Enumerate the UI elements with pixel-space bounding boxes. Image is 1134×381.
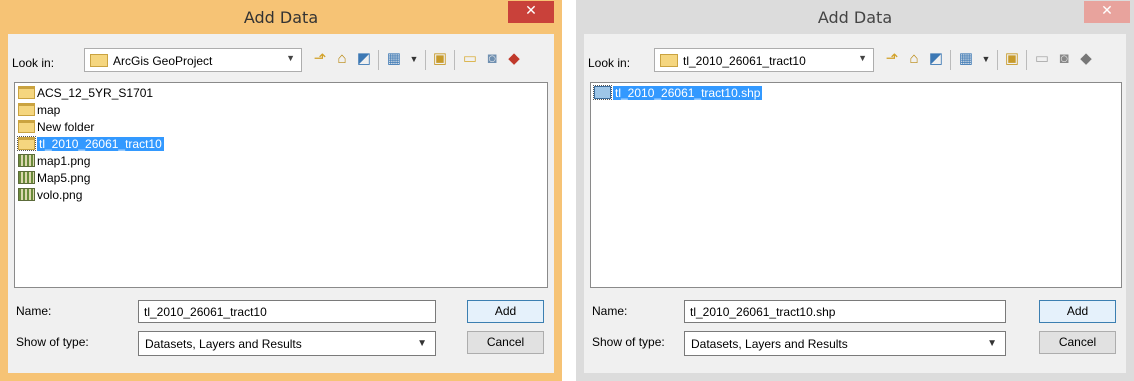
cancel-button[interactable]: Cancel — [1039, 331, 1116, 354]
home-icon[interactable]: ⌂ — [332, 48, 352, 70]
list-item[interactable]: map — [18, 102, 60, 119]
view-list-icon[interactable]: ▦ — [956, 48, 976, 70]
look-in-label: Look in: — [12, 56, 55, 70]
look-in-value: ArcGis GeoProject — [113, 54, 213, 68]
type-dropdown[interactable]: Datasets, Layers and Results ▼ — [138, 331, 436, 356]
toolbox-icon[interactable]: ◆ — [1076, 48, 1096, 70]
add-data-dialog-1: Add Data ✕ Look in: ArcGis GeoProject ▼ … — [0, 0, 562, 381]
list-item[interactable]: map1.png — [18, 153, 90, 170]
toolbox-icon[interactable]: ◆ — [504, 48, 524, 70]
close-button[interactable]: ✕ — [508, 1, 554, 23]
look-in-label: Look in: — [588, 56, 631, 70]
chevron-down-icon: ▼ — [987, 338, 997, 349]
list-item-selected[interactable]: tl_2010_26061_tract10.shp — [593, 85, 763, 102]
type-dropdown[interactable]: Datasets, Layers and Results ▼ — [684, 331, 1006, 356]
folder-icon — [18, 103, 35, 116]
folder-icon — [18, 120, 35, 133]
connect-folder-icon[interactable]: ◩ — [926, 48, 946, 70]
add-data-dialog-2: Add Data ✕ Look in: tl_2010_26061_tract1… — [576, 0, 1134, 381]
chevron-down-icon: ▼ — [417, 338, 427, 349]
view-menu-arrow-icon[interactable]: ▼ — [976, 48, 996, 70]
raster-icon — [18, 188, 35, 201]
type-label: Show of type: — [16, 335, 89, 349]
title-bar[interactable]: Add Data ✕ — [0, 0, 562, 34]
toolbar-separator — [950, 50, 951, 70]
name-label: Name: — [592, 304, 628, 318]
database-icon[interactable]: ◙ — [482, 48, 502, 70]
up-one-level-icon[interactable]: ⬏ — [882, 48, 902, 70]
title-bar[interactable]: Add Data ✕ — [576, 0, 1134, 34]
dialog-title: Add Data — [817, 8, 893, 27]
look-in-value: tl_2010_26061_tract10 — [683, 54, 806, 68]
name-input[interactable]: tl_2010_26061_tract10 — [138, 300, 436, 323]
folder-icon[interactable]: ▭ — [1032, 48, 1052, 70]
new-folder-icon[interactable]: ▣ — [1002, 48, 1022, 70]
list-item[interactable]: volo.png — [18, 187, 82, 204]
dialog-body: Look in: tl_2010_26061_tract10 ▼ ⬏ ⌂ ◩ ▦… — [584, 34, 1126, 373]
file-list[interactable]: ACS_12_5YR_S1701 map New folder tl_2010_… — [14, 82, 548, 288]
name-label: Name: — [16, 304, 52, 318]
name-input[interactable]: tl_2010_26061_tract10.shp — [684, 300, 1006, 323]
raster-icon — [18, 171, 35, 184]
toolbar-separator — [1026, 50, 1027, 70]
toolbar-separator — [378, 50, 379, 70]
list-item[interactable]: New folder — [18, 119, 94, 136]
list-item-selected[interactable]: tl_2010_26061_tract10 — [17, 136, 164, 153]
toolbar-separator — [425, 50, 426, 70]
dialog-title: Add Data — [243, 8, 319, 27]
folder-icon — [660, 54, 678, 67]
chevron-down-icon: ▼ — [286, 53, 295, 63]
view-menu-arrow-icon[interactable]: ▼ — [404, 48, 424, 70]
home-icon[interactable]: ⌂ — [904, 48, 924, 70]
type-value: Datasets, Layers and Results — [691, 337, 848, 351]
chevron-down-icon: ▼ — [858, 53, 867, 63]
type-value: Datasets, Layers and Results — [145, 337, 302, 351]
dialog-body: Look in: ArcGis GeoProject ▼ ⬏ ⌂ ◩ ▦ ▼ ▣… — [8, 34, 554, 373]
up-one-level-icon[interactable]: ⬏ — [310, 48, 330, 70]
list-item[interactable]: Map5.png — [18, 170, 90, 187]
file-list[interactable]: tl_2010_26061_tract10.shp — [590, 82, 1122, 288]
close-button[interactable]: ✕ — [1084, 1, 1130, 23]
list-item[interactable]: ACS_12_5YR_S1701 — [18, 85, 153, 102]
add-button[interactable]: Add — [467, 300, 544, 323]
look-in-dropdown[interactable]: tl_2010_26061_tract10 ▼ — [654, 48, 874, 72]
folder-icon — [17, 136, 36, 151]
cancel-button[interactable]: Cancel — [467, 331, 544, 354]
new-folder-icon[interactable]: ▣ — [430, 48, 450, 70]
database-icon[interactable]: ◙ — [1054, 48, 1074, 70]
look-in-dropdown[interactable]: ArcGis GeoProject ▼ — [84, 48, 302, 72]
folder-icon — [18, 86, 35, 99]
view-list-icon[interactable]: ▦ — [384, 48, 404, 70]
raster-icon — [18, 154, 35, 167]
folder-icon — [90, 54, 108, 67]
toolbar-separator — [997, 50, 998, 70]
shapefile-icon — [593, 85, 612, 100]
add-button[interactable]: Add — [1039, 300, 1116, 323]
type-label: Show of type: — [592, 335, 665, 349]
folder-icon[interactable]: ▭ — [460, 48, 480, 70]
connect-folder-icon[interactable]: ◩ — [354, 48, 374, 70]
toolbar-separator — [454, 50, 455, 70]
